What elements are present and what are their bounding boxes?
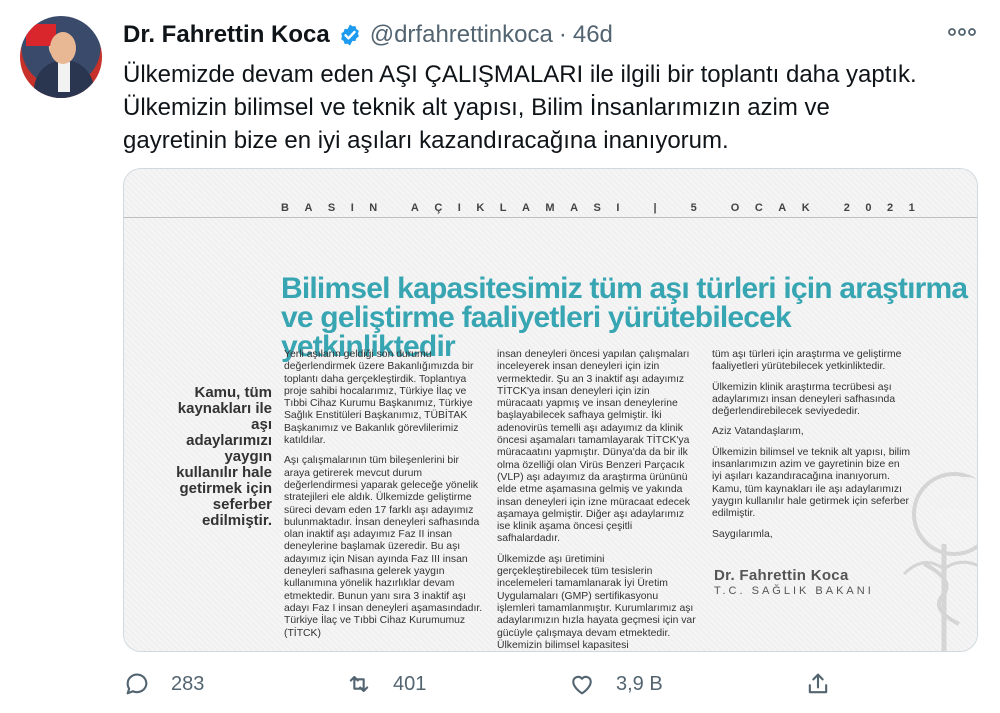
avatar[interactable]	[20, 16, 102, 98]
more-options-icon[interactable]	[946, 22, 978, 42]
press-header: BASIN AÇIKLAMASI | 5 OCAK 2021	[281, 202, 931, 214]
headline-line: Bilimsel kapasitesimiz tüm aşı türleri i…	[281, 272, 968, 305]
separator-dot: ·	[558, 21, 567, 48]
signature-name: Dr. Fahrettin Koca	[714, 567, 849, 584]
author-handle[interactable]: @drfahrettinkoca	[370, 21, 553, 49]
paragraph: Aziz Vatandaşlarım,	[712, 426, 804, 438]
retweet-icon	[349, 675, 369, 693]
tweet-text-line: Ülkemizin bilimsel ve teknik alt yapısı,…	[123, 94, 830, 121]
paragraph: Ülkemizin bilimsel ve teknik alt yapısı,…	[712, 446, 911, 520]
paragraph: Ülkemizin klinik araştırma tecrübesi aşı…	[712, 381, 896, 418]
author-name[interactable]: Dr. Fahrettin Koca	[123, 21, 330, 49]
reply-button[interactable]: 283	[123, 670, 204, 698]
like-count: 3,9 B	[616, 672, 663, 695]
share-button[interactable]	[804, 670, 852, 698]
tweet-text: Ülkemizde devam eden AŞI ÇALIŞMALARI ile…	[123, 58, 983, 157]
tweet-text-line: Ülkemizde devam eden AŞI ÇALIŞMALARI ile…	[123, 61, 917, 88]
reply-count: 283	[171, 672, 205, 695]
heart-icon	[572, 675, 592, 695]
ministry-emblem-icon	[884, 454, 977, 651]
reply-icon	[126, 673, 148, 695]
text-column-1: Yerli aşıların geldiği son durumu değerl…	[284, 349, 484, 648]
media-image[interactable]: BASIN AÇIKLAMASI | 5 OCAK 2021 Bilimsel …	[123, 168, 978, 652]
paragraph: Saygılarımla,	[712, 528, 773, 540]
retweet-button[interactable]: 401	[345, 670, 426, 698]
paragraph: insan deneyleri öncesi yapılan çalışmala…	[497, 349, 690, 545]
paragraph: Yerli aşıların geldiği son durumu değerl…	[284, 349, 474, 447]
like-button[interactable]: 3,9 B	[568, 670, 663, 698]
tweet-header: Dr. Fahrettin Koca @drfahrettinkoca · 46…	[123, 20, 613, 50]
avatar-face	[50, 32, 76, 64]
tweet-actions: 283 401 3,9 B	[0, 670, 1000, 700]
paragraph: tüm aşı türleri için araştırma ve gelişt…	[712, 349, 902, 373]
retweet-count: 401	[393, 672, 427, 695]
divider	[124, 217, 977, 218]
pull-quote: Kamu, tüm kaynakları ile aşı adaylarımız…	[176, 384, 272, 529]
paragraph: Aşı çalışmalarının tüm bileşenlerini bir…	[284, 455, 483, 639]
press-headline: Bilimsel kapasitesimiz tüm aşı türleri i…	[281, 272, 971, 362]
text-column-2: insan deneyleri öncesi yapılan çalışmala…	[497, 349, 697, 651]
tweet-timestamp[interactable]: 46d	[573, 21, 613, 49]
text-column-3: tüm aşı türleri için araştırma ve gelişt…	[712, 349, 912, 549]
paragraph: Ülkemizde aşı üretimini gerçekleştirebil…	[497, 553, 696, 651]
share-icon	[808, 673, 828, 694]
verified-badge-icon	[338, 23, 362, 47]
signature-title: T.C. SAĞLIK BAKANI	[714, 585, 874, 597]
tweet-text-line: gayretinin bize en iyi aşıları kazandıra…	[123, 127, 729, 154]
avatar-shirt	[58, 62, 70, 92]
